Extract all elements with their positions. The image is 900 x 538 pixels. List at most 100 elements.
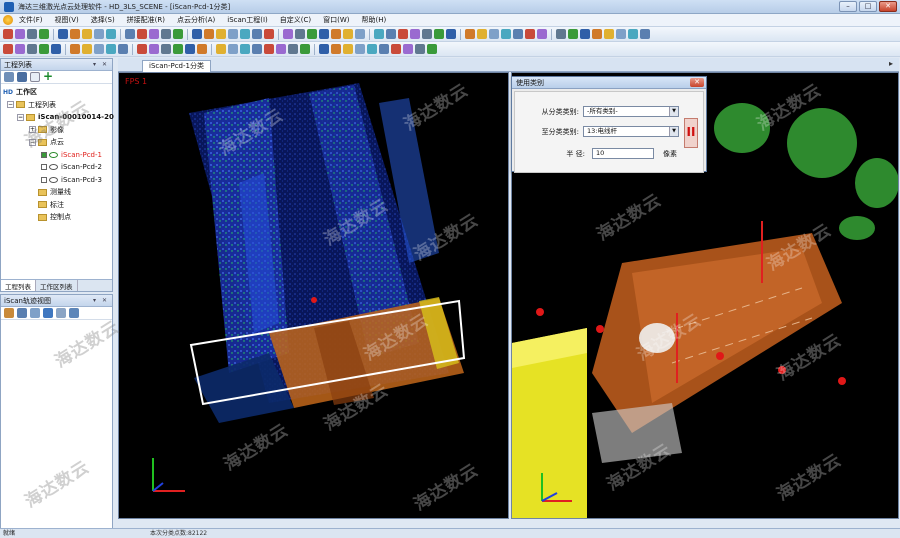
toolbar-tool-icon[interactable] bbox=[161, 29, 171, 39]
toolbar-tool-icon[interactable] bbox=[240, 29, 250, 39]
radius-input[interactable]: 10 bbox=[592, 148, 654, 159]
checkbox[interactable] bbox=[41, 176, 47, 183]
toolbar-tool-icon[interactable] bbox=[149, 44, 159, 54]
toolbar-tool-icon[interactable] bbox=[173, 29, 183, 39]
toolbar-tool-icon[interactable] bbox=[283, 29, 293, 39]
toolbar-tool-icon[interactable] bbox=[422, 29, 432, 39]
toolbar-tool-icon[interactable] bbox=[276, 44, 286, 54]
toolbar-tool-icon[interactable] bbox=[192, 29, 202, 39]
toolbar-tool-icon[interactable] bbox=[252, 29, 262, 39]
dialog-close-button[interactable]: ✕ bbox=[690, 78, 704, 87]
toolbar-tool-icon[interactable] bbox=[604, 29, 614, 39]
maximize-button[interactable]: □ bbox=[859, 1, 877, 12]
menu-file[interactable]: 文件(F) bbox=[13, 15, 49, 25]
expand-icon[interactable]: + bbox=[29, 126, 36, 134]
to-class-select[interactable]: 13:电线杆 ▼ bbox=[583, 126, 679, 137]
menu-help[interactable]: 帮助(H) bbox=[356, 15, 393, 25]
toolbar-tool-icon[interactable] bbox=[355, 44, 365, 54]
menu-select[interactable]: 选择(S) bbox=[85, 15, 121, 25]
new-file-icon[interactable] bbox=[30, 72, 40, 82]
tree-node-pcd-2[interactable]: iScan-Pcd-2 bbox=[3, 161, 112, 174]
toolbar-tool-icon[interactable] bbox=[513, 29, 523, 39]
toolbar-tool-icon[interactable] bbox=[295, 29, 305, 39]
toolbar-tool-icon[interactable] bbox=[580, 29, 590, 39]
toolbar-tool-icon[interactable] bbox=[367, 44, 377, 54]
toolbar-tool-icon[interactable] bbox=[427, 44, 437, 54]
toolbar-tool-icon[interactable] bbox=[15, 44, 25, 54]
toolbar-tool-icon[interactable] bbox=[27, 29, 37, 39]
toolbar-tool-icon[interactable] bbox=[58, 29, 68, 39]
toolbar-tool-icon[interactable] bbox=[391, 44, 401, 54]
tree-node-measure[interactable]: 测量线 bbox=[3, 186, 112, 199]
toolbar-tool-icon[interactable] bbox=[355, 29, 365, 39]
toolbar-tool-icon[interactable] bbox=[616, 29, 626, 39]
minimize-button[interactable]: – bbox=[839, 1, 857, 12]
toolbar-tool-icon[interactable] bbox=[415, 44, 425, 54]
save-icon[interactable] bbox=[17, 72, 27, 82]
menu-custom[interactable]: 自定义(C) bbox=[274, 15, 317, 25]
toolbar-tool-icon[interactable] bbox=[197, 44, 207, 54]
toolbar-tool-icon[interactable] bbox=[137, 44, 147, 54]
toolbar-tool-icon[interactable] bbox=[161, 44, 171, 54]
toolbar-tool-icon[interactable] bbox=[3, 29, 13, 39]
pause-button[interactable]: II bbox=[684, 118, 698, 148]
menu-registration[interactable]: 拼接配准(R) bbox=[121, 15, 171, 25]
toolbar-tool-icon[interactable] bbox=[403, 44, 413, 54]
toolbar-tool-icon[interactable] bbox=[39, 29, 49, 39]
chevron-down-icon[interactable]: ▼ bbox=[669, 107, 678, 116]
menu-analysis[interactable]: 点云分析(A) bbox=[171, 15, 221, 25]
brush-icon[interactable] bbox=[4, 308, 14, 318]
tree-node-pointcloud[interactable]: − 点云 bbox=[3, 136, 112, 149]
menu-window[interactable]: 窗口(W) bbox=[317, 15, 355, 25]
toolbar-tool-icon[interactable] bbox=[410, 29, 420, 39]
menu-iscan[interactable]: iScan工程(I) bbox=[221, 15, 274, 25]
toolbar-tool-icon[interactable] bbox=[343, 44, 353, 54]
toolbar-tool-icon[interactable] bbox=[307, 29, 317, 39]
tab-project-list[interactable]: 工程列表 bbox=[1, 280, 36, 291]
pan-icon[interactable] bbox=[17, 308, 27, 318]
toolbar-tool-icon[interactable] bbox=[240, 44, 250, 54]
tree-node-control-points[interactable]: 控制点 bbox=[3, 211, 112, 224]
toolbar-tool-icon[interactable] bbox=[252, 44, 262, 54]
toolbar-tool-icon[interactable] bbox=[70, 44, 80, 54]
tree-node-images[interactable]: + 影像 bbox=[3, 124, 112, 137]
toolbar-tool-icon[interactable] bbox=[264, 44, 274, 54]
toolbar-tool-icon[interactable] bbox=[640, 29, 650, 39]
tree-node-annotation[interactable]: 标注 bbox=[3, 199, 112, 212]
toolbar-tool-icon[interactable] bbox=[106, 29, 116, 39]
app-menu-icon[interactable] bbox=[3, 15, 13, 25]
toolbar-tool-icon[interactable] bbox=[386, 29, 396, 39]
toolbar-tool-icon[interactable] bbox=[185, 44, 195, 54]
settings-icon[interactable] bbox=[69, 308, 79, 318]
toolbar-tool-icon[interactable] bbox=[537, 29, 547, 39]
collapse-icon[interactable]: − bbox=[17, 113, 24, 121]
toolbar-tool-icon[interactable] bbox=[27, 44, 37, 54]
panel-controls[interactable]: ▾ ✕ bbox=[93, 297, 109, 304]
toolbar-tool-icon[interactable] bbox=[331, 29, 341, 39]
tree-node-pcd-3[interactable]: iScan-Pcd-3 bbox=[3, 174, 112, 187]
toolbar-tool-icon[interactable] bbox=[204, 29, 214, 39]
toolbar-tool-icon[interactable] bbox=[228, 29, 238, 39]
toolbar-tool-icon[interactable] bbox=[3, 44, 13, 54]
toolbar-tool-icon[interactable] bbox=[434, 29, 444, 39]
from-class-select[interactable]: -所有类别- ▼ bbox=[583, 106, 679, 117]
toolbar-tool-icon[interactable] bbox=[51, 44, 61, 54]
toolbar-tool-icon[interactable] bbox=[94, 29, 104, 39]
toolbar-tool-icon[interactable] bbox=[137, 29, 147, 39]
toolbar-tool-icon[interactable] bbox=[525, 29, 535, 39]
toolbar-tool-icon[interactable] bbox=[331, 44, 341, 54]
tab-document[interactable]: iScan-Pcd-1分类 bbox=[142, 60, 211, 72]
toolbar-tool-icon[interactable] bbox=[489, 29, 499, 39]
toolbar-tool-icon[interactable] bbox=[173, 44, 183, 54]
toolbar-tool-icon[interactable] bbox=[70, 29, 80, 39]
toolbar-tool-icon[interactable] bbox=[15, 29, 25, 39]
toolbar-tool-icon[interactable] bbox=[288, 44, 298, 54]
toolbar-tool-icon[interactable] bbox=[94, 44, 104, 54]
close-button[interactable]: ✕ bbox=[879, 1, 897, 12]
chevron-down-icon[interactable]: ▼ bbox=[669, 127, 678, 136]
checkbox[interactable] bbox=[41, 151, 47, 158]
refresh-icon[interactable] bbox=[56, 308, 66, 318]
zoom-icon[interactable] bbox=[30, 308, 40, 318]
toolbar-tool-icon[interactable] bbox=[39, 44, 49, 54]
toolbar-tool-icon[interactable] bbox=[398, 29, 408, 39]
